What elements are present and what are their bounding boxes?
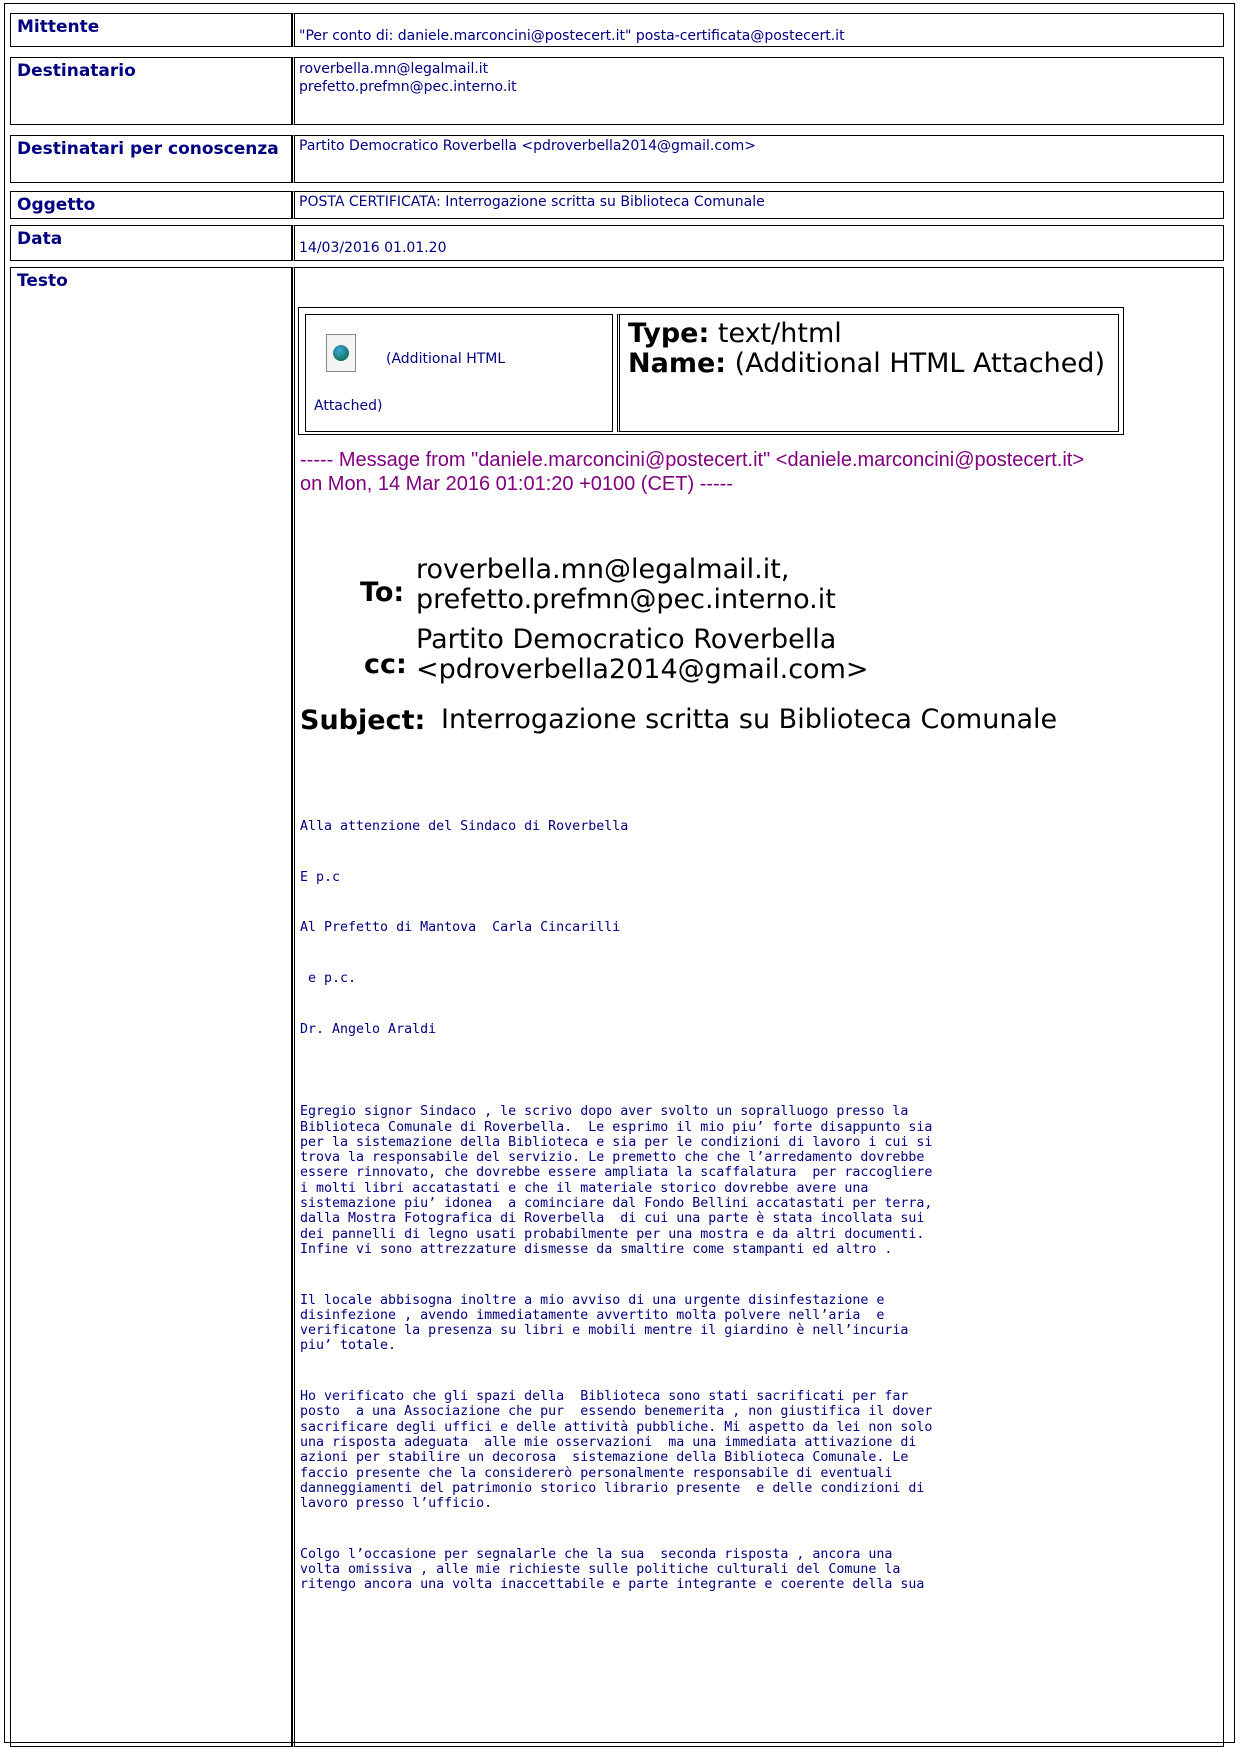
data-label: Data (10, 225, 292, 261)
body-paragraph: Egregio signor Sindaco , le scrivo dopo … (300, 1104, 933, 1257)
subject-value: Interrogazione scritta su Biblioteca Com… (441, 704, 1058, 735)
to-address-1: roverbella.mn@legalmail.it, (416, 554, 790, 585)
message-from-line: ----- Message from "daniele.marconcini@p… (300, 449, 1085, 495)
data-text: 14/03/2016 01.01.20 (299, 240, 447, 256)
type-value: text/html (717, 318, 842, 349)
globe-icon (333, 345, 349, 361)
subject-label: Subject: (300, 705, 426, 736)
destinatario-address-1: roverbella.mn@legalmail.it (299, 61, 489, 77)
mittente-text: "Per conto di: daniele.marconcini@postec… (299, 28, 845, 44)
to-value: roverbella.mn@legalmail.it, prefetto.pre… (416, 555, 836, 615)
attachment-link-line-1[interactable]: (Additional HTML (386, 351, 505, 367)
attachment-table: (Additional HTML Attached) Type: text/ht… (298, 307, 1124, 435)
body-paragraph: e p.c. (300, 971, 357, 987)
mittente-label: Mittente (10, 13, 292, 47)
attachment-link-line-2[interactable]: Attached) (314, 398, 382, 414)
cc-header-line-1: Partito Democratico Roverbella (416, 624, 837, 655)
data-value: 14/03/2016 01.01.20 (292, 225, 1224, 261)
testo-label: Testo (10, 267, 292, 1747)
oggetto-text: POSTA CERTIFICATA: Interrogazione scritt… (299, 194, 765, 210)
oggetto-value: POSTA CERTIFICATA: Interrogazione scritt… (292, 191, 1224, 219)
body-paragraph: Alla attenzione del Sindaco di Roverbell… (300, 819, 629, 835)
cc-header-label: cc: (364, 649, 407, 680)
body-paragraph: Ho verificato che gli spazi della Biblio… (300, 1389, 933, 1512)
cc-header-value: Partito Democratico Roverbella <pdroverb… (416, 625, 869, 685)
body-paragraph: Al Prefetto di Mantova Carla Cincarilli (300, 920, 621, 936)
type-label: Type: (628, 318, 710, 349)
destinatario-value: roverbella.mn@legalmail.it prefetto.pref… (292, 57, 1224, 125)
body-paragraph: E p.c (300, 869, 341, 885)
to-label: To: (360, 577, 405, 608)
message-body: Alla attenzione del Sindaco di Roverbell… (300, 804, 1110, 1628)
to-address-2: prefetto.prefmn@pec.interno.it (416, 584, 836, 615)
cc-text: Partito Democratico Roverbella <pdroverb… (299, 138, 757, 154)
body-paragraph: Il locale abbisogna inoltre a mio avviso… (300, 1292, 909, 1354)
cc-label: Destinatari per conoscenza (10, 135, 292, 183)
destinatario-label: Destinatario (10, 57, 292, 125)
name-label: Name: (628, 348, 727, 379)
mittente-value: "Per conto di: daniele.marconcini@postec… (292, 13, 1224, 47)
html-file-icon[interactable] (326, 334, 356, 372)
destinatario-address-2: prefetto.prefmn@pec.interno.it (299, 79, 517, 95)
name-value: (Additional HTML Attached) (734, 348, 1105, 379)
attachment-info-cell: Type: text/html Name: (Additional HTML A… (617, 314, 1119, 432)
body-paragraph: Colgo l’occasione per segnalarle che la … (300, 1546, 925, 1593)
cc-value: Partito Democratico Roverbella <pdroverb… (292, 135, 1224, 183)
oggetto-label: Oggetto (10, 191, 292, 219)
cc-header-line-2: <pdroverbella2014@gmail.com> (416, 654, 869, 685)
body-paragraph: Dr. Angelo Araldi (300, 1021, 437, 1037)
attachment-link-cell[interactable]: (Additional HTML Attached) (305, 314, 613, 432)
